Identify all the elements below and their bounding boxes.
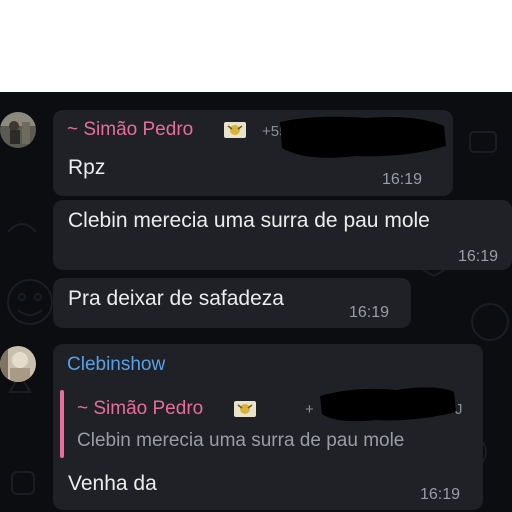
avatar[interactable] xyxy=(0,346,36,382)
reply-sender-name[interactable]: ~ Simão Pedro xyxy=(77,398,203,420)
sender-name[interactable]: ~ Simão Pedro xyxy=(67,119,193,141)
chat-area: ~ Simão Pedro +55 Rpz 16:19 Clebin merec… xyxy=(0,92,512,512)
reply-quoted-text: Clebin merecia uma surra de pau mole xyxy=(77,430,405,451)
message-text: Venha da xyxy=(68,472,157,495)
message-text: Rpz xyxy=(68,156,106,179)
message-time: 16:19 xyxy=(349,304,390,321)
reply-quote-bar xyxy=(60,390,64,458)
redaction xyxy=(280,116,446,158)
sender-emoji-icon xyxy=(224,122,246,138)
avatar[interactable] xyxy=(0,112,36,148)
message-time: 16:19 xyxy=(382,171,423,188)
sender-emoji-icon xyxy=(234,401,256,417)
reply-sender-phone-suffix: J xyxy=(455,401,463,418)
message-text: Pra deixar de safadeza xyxy=(68,287,284,310)
redaction xyxy=(320,387,456,422)
message-text: Clebin merecia uma surra de pau mole xyxy=(68,209,430,232)
message-time: 16:19 xyxy=(420,486,461,503)
sender-name[interactable]: Clebinshow xyxy=(67,354,165,376)
reply-sender-phone: + xyxy=(305,401,314,418)
message-time: 16:19 xyxy=(458,248,499,265)
